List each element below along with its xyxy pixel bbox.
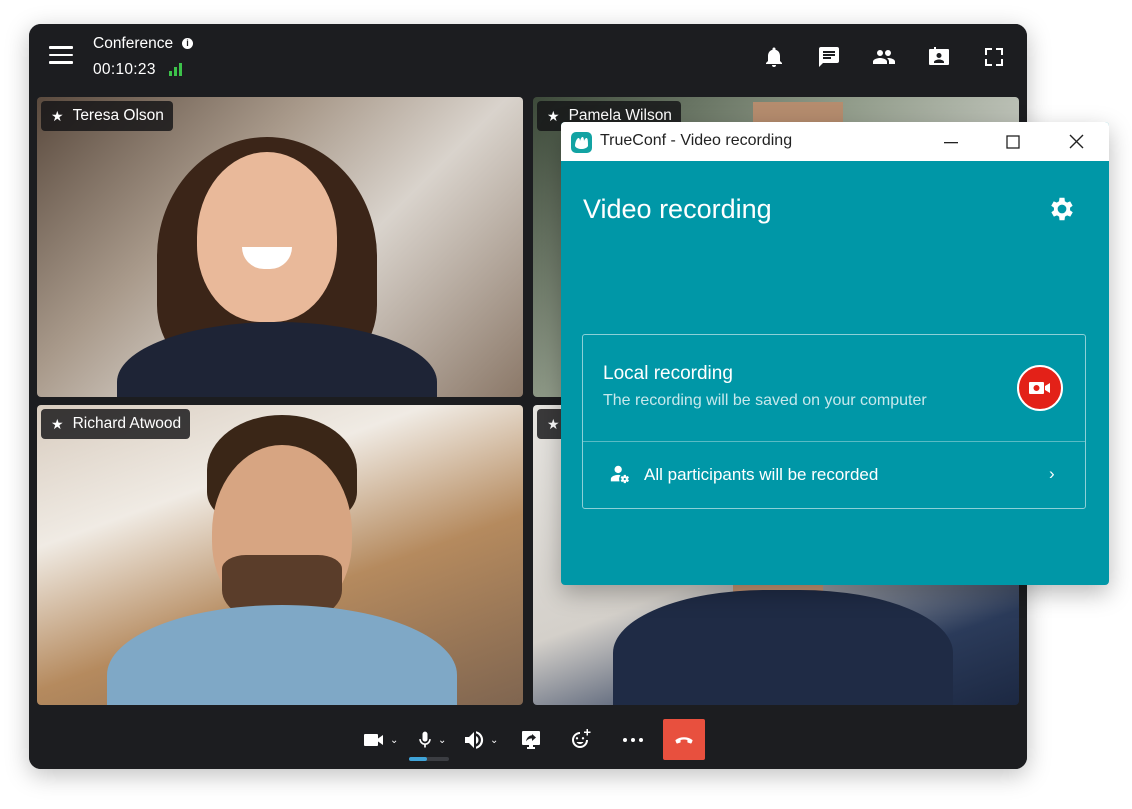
window-title: TrueConf - Video recording (600, 132, 793, 149)
maximize-icon (1006, 134, 1020, 149)
participants-recording-option[interactable]: All participants will be recorded › (583, 442, 1085, 508)
star-icon[interactable]: ★ (51, 416, 64, 433)
bell-icon[interactable] (759, 42, 789, 72)
trueconf-logo-icon (571, 132, 592, 153)
fullscreen-icon[interactable] (979, 42, 1009, 72)
participant-body (107, 605, 457, 705)
camera-button[interactable]: ⌄ (361, 721, 398, 759)
microphone-icon (419, 731, 431, 748)
maximize-button[interactable] (983, 122, 1043, 161)
screen-share-icon (522, 731, 540, 749)
conference-title: Conference (93, 35, 174, 52)
chat-icon[interactable] (814, 42, 844, 72)
chevron-right-icon: › (1049, 464, 1055, 483)
gear-icon[interactable] (1047, 194, 1077, 224)
video-tile[interactable]: ★ Teresa Olson (37, 97, 523, 397)
call-controls: ⌄ ⌄ ⌄ (29, 713, 1027, 769)
participant-face (197, 152, 337, 322)
camera-icon (364, 734, 383, 746)
star-icon[interactable]: ★ (51, 108, 64, 125)
local-recording-title: Local recording (603, 363, 733, 384)
conference-topbar: Conference i 00:10:23 (29, 24, 1027, 90)
chevron-down-icon[interactable]: ⌄ (438, 735, 446, 746)
minimize-icon (944, 141, 958, 143)
window-titlebar: TrueConf - Video recording (561, 122, 1109, 161)
close-button[interactable] (1046, 122, 1106, 161)
mic-level-meter (409, 757, 449, 761)
start-recording-button[interactable] (1017, 365, 1063, 411)
participant-body (613, 590, 953, 705)
participants-icon[interactable] (869, 42, 899, 72)
recording-options-card: Local recording The recording will be sa… (582, 334, 1086, 509)
local-recording-description: The recording will be saved on your comp… (603, 392, 927, 409)
chevron-down-icon[interactable]: ⌄ (490, 735, 498, 746)
video-recording-window: TrueConf - Video recording Video recordi… (561, 122, 1109, 585)
more-button[interactable] (621, 721, 645, 759)
video-tile[interactable]: ★ Richard Atwood (37, 405, 523, 705)
speaker-button[interactable]: ⌄ (461, 721, 498, 759)
close-icon (1069, 134, 1083, 149)
user-settings-icon (609, 463, 631, 485)
info-icon[interactable]: i (182, 38, 193, 49)
record-video-icon (1029, 382, 1050, 394)
add-reaction-icon (572, 729, 591, 748)
participant-name-tag: ★ Richard Atwood (41, 409, 191, 439)
participant-name: Teresa Olson (72, 107, 164, 124)
minimize-button[interactable] (921, 122, 981, 161)
reaction-button[interactable] (569, 721, 593, 759)
content-share-icon[interactable] (924, 42, 954, 72)
end-call-icon (675, 736, 693, 744)
local-recording-row: Local recording The recording will be sa… (583, 335, 1085, 441)
participant-name: Richard Atwood (72, 415, 182, 432)
page-title: Video recording (583, 194, 772, 224)
menu-icon[interactable] (49, 46, 73, 66)
mic-level-fill (409, 757, 427, 761)
microphone-button[interactable]: ⌄ (415, 721, 446, 759)
participants-option-label: All participants will be recorded (644, 465, 879, 484)
star-icon[interactable]: ★ (547, 416, 560, 433)
signal-strength-icon (169, 63, 183, 76)
star-icon[interactable]: ★ (547, 108, 560, 125)
chevron-down-icon[interactable]: ⌄ (390, 735, 398, 746)
speaker-icon (465, 731, 484, 749)
end-call-button[interactable] (663, 719, 705, 760)
conference-timer: 00:10:23 (93, 61, 156, 78)
screen-share-button[interactable] (519, 721, 543, 759)
participant-name-tag: ★ Teresa Olson (41, 101, 173, 131)
more-icon (623, 738, 643, 742)
